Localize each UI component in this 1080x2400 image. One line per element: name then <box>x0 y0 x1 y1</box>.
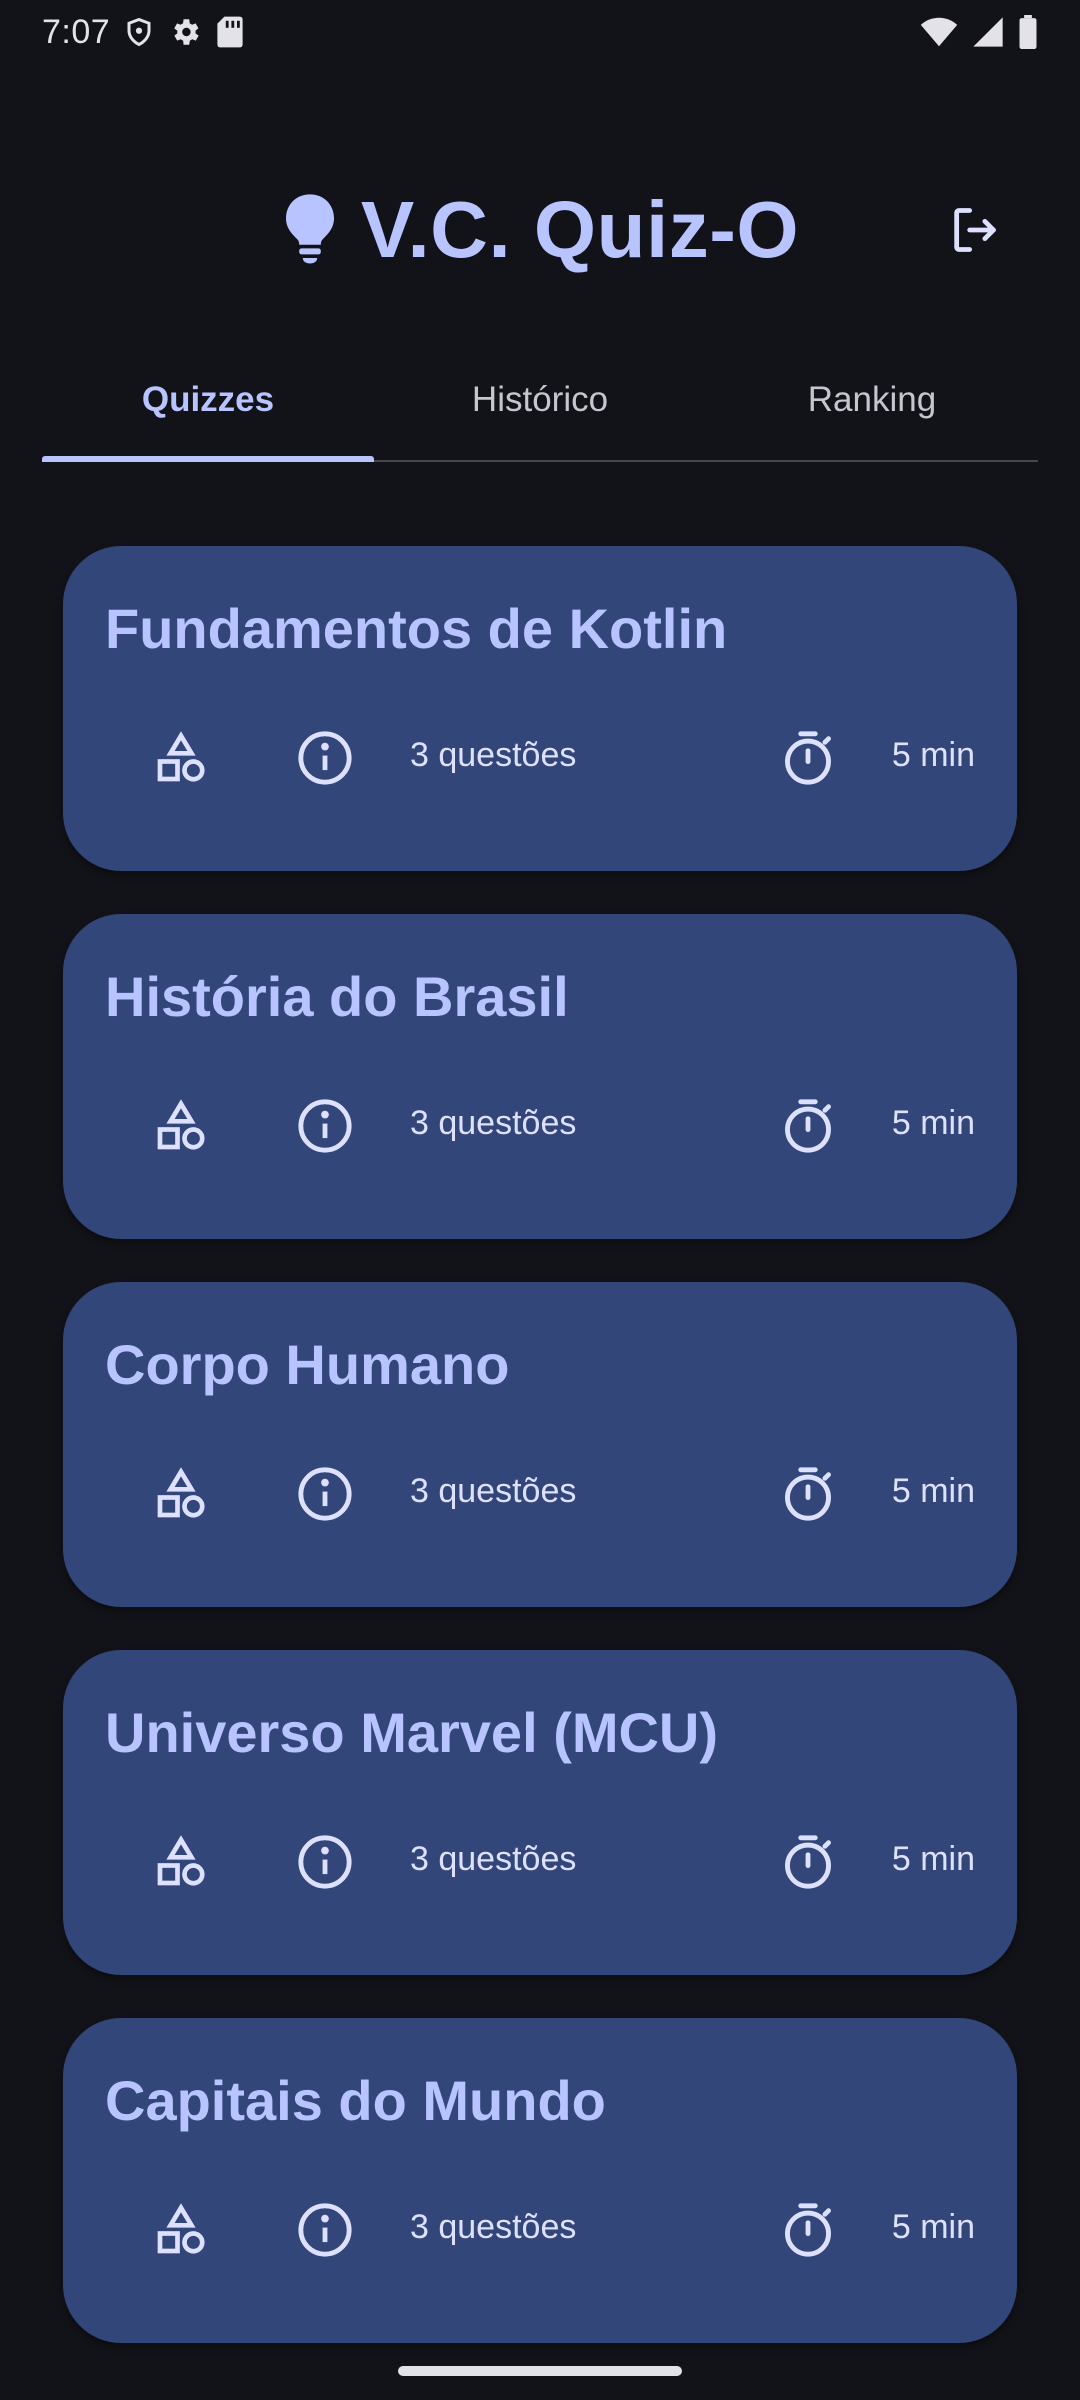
shapes-icon <box>149 1830 213 1894</box>
signal-icon <box>972 16 1004 48</box>
tab-quizzes[interactable]: Quizzes <box>42 350 374 462</box>
status-right <box>920 15 1038 49</box>
info-icon <box>293 1830 357 1894</box>
status-time: 7:07 <box>42 12 111 51</box>
info-icon <box>293 1094 357 1158</box>
quiz-meta: 3 questões 5 min <box>63 1830 1017 1894</box>
status-bar: 7:07 <box>0 0 1080 64</box>
quiz-title: Corpo Humano <box>105 1333 510 1396</box>
quiz-meta: 3 questões 5 min <box>63 1462 1017 1526</box>
quiz-duration: 5 min <box>891 2208 975 2246</box>
quiz-title: Capitais do Mundo <box>105 2069 606 2132</box>
timer-icon <box>776 1462 840 1526</box>
quiz-list: Fundamentos de Kotlin 3 questões 5 min H… <box>63 546 1017 2343</box>
shapes-icon <box>149 726 213 790</box>
quiz-card[interactable]: História do Brasil 3 questões 5 min <box>63 914 1017 1239</box>
tab-bar: Quizzes Histórico Ranking <box>42 350 1038 462</box>
shield-icon <box>124 15 154 49</box>
timer-icon <box>776 726 840 790</box>
quiz-duration: 5 min <box>891 736 975 774</box>
question-count: 3 questões <box>410 2208 577 2246</box>
quiz-duration: 5 min <box>891 1472 975 1510</box>
quiz-duration: 5 min <box>891 1104 975 1142</box>
quiz-card[interactable]: Universo Marvel (MCU) 3 questões 5 min <box>63 1650 1017 1975</box>
status-left: 7:07 <box>42 13 244 52</box>
quiz-meta: 3 questões 5 min <box>63 726 1017 790</box>
sd-card-icon <box>216 15 244 49</box>
logout-icon <box>948 204 1000 261</box>
wifi-icon <box>920 16 958 48</box>
timer-icon <box>776 1094 840 1158</box>
battery-icon <box>1018 15 1038 49</box>
question-count: 3 questões <box>410 1472 577 1510</box>
app-title-group: V.C. Quiz-O <box>281 184 799 276</box>
gesture-nav-handle[interactable] <box>398 2366 682 2376</box>
info-icon <box>293 726 357 790</box>
quiz-meta: 3 questões 5 min <box>63 2198 1017 2262</box>
settings-gear-icon <box>168 15 202 49</box>
info-icon <box>293 2198 357 2262</box>
quiz-duration: 5 min <box>891 1840 975 1878</box>
question-count: 3 questões <box>410 736 577 774</box>
tab-historico[interactable]: Histórico <box>374 350 706 460</box>
quiz-card[interactable]: Corpo Humano 3 questões 5 min <box>63 1282 1017 1607</box>
tab-ranking[interactable]: Ranking <box>706 350 1038 460</box>
quiz-meta: 3 questões 5 min <box>63 1094 1017 1158</box>
question-count: 3 questões <box>410 1104 577 1142</box>
quiz-card[interactable]: Fundamentos de Kotlin 3 questões 5 min <box>63 546 1017 871</box>
logout-button[interactable] <box>946 204 1002 260</box>
quiz-title: Fundamentos de Kotlin <box>105 597 728 660</box>
shapes-icon <box>149 1462 213 1526</box>
app-header: V.C. Quiz-O <box>0 180 1080 280</box>
shapes-icon <box>149 1094 213 1158</box>
lightbulb-icon <box>281 192 339 269</box>
quiz-title: História do Brasil <box>105 965 569 1028</box>
shapes-icon <box>149 2198 213 2262</box>
quiz-title: Universo Marvel (MCU) <box>105 1701 719 1764</box>
timer-icon <box>776 2198 840 2262</box>
quiz-card[interactable]: Capitais do Mundo 3 questões 5 min <box>63 2018 1017 2343</box>
question-count: 3 questões <box>410 1840 577 1878</box>
info-icon <box>293 1462 357 1526</box>
app-title: V.C. Quiz-O <box>360 185 800 274</box>
timer-icon <box>776 1830 840 1894</box>
